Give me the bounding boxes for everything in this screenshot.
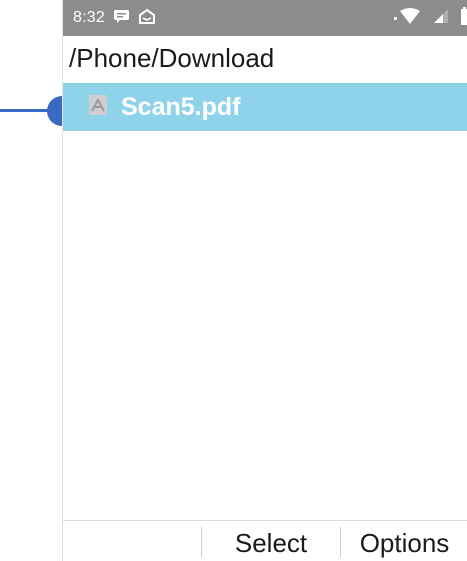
status-time: 8:32 (73, 9, 105, 26)
battery-icon (460, 6, 467, 30)
status-icons-right (393, 0, 467, 36)
signal-icon (434, 8, 448, 28)
softkey-bar: Select Options (63, 520, 467, 561)
file-list-item[interactable]: Scan5.pdf (63, 83, 467, 131)
left-softkey[interactable] (63, 521, 201, 561)
data-activity-icon (393, 9, 399, 27)
status-bar: 8:32 (63, 0, 467, 36)
select-softkey[interactable]: Select (202, 521, 340, 561)
options-softkey[interactable]: Options (341, 521, 467, 561)
message-icon (113, 9, 130, 28)
file-name: Scan5.pdf (121, 92, 241, 121)
pdf-icon (89, 94, 107, 120)
wifi-icon (400, 7, 420, 29)
notification-icon (138, 8, 156, 29)
phone-screen: 8:32 /Phone/Download Scan5.pdf Select Op… (62, 0, 467, 561)
current-path: /Phone/Download (69, 43, 275, 73)
callout-pointer-line (0, 109, 52, 112)
